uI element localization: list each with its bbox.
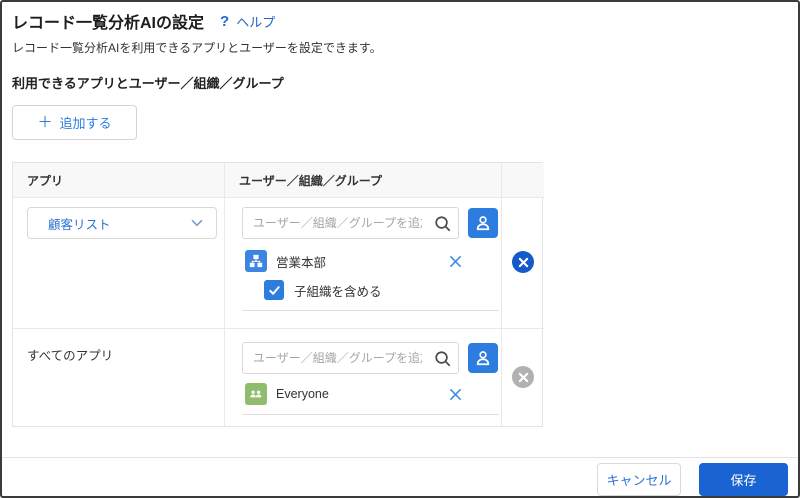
entry-divider <box>242 310 499 311</box>
entity-name: Everyone <box>276 387 329 401</box>
section-title: 利用できるアプリとユーザー／組織／グループ <box>12 76 284 91</box>
include-suborg-checkbox[interactable] <box>264 280 284 300</box>
user-search-input[interactable] <box>243 351 426 365</box>
column-header-actions <box>502 163 544 198</box>
organization-icon <box>245 250 267 272</box>
user-search-input[interactable] <box>243 216 426 230</box>
table-row-2-app-cell: すべてのアプリ <box>13 329 225 426</box>
page-description: レコード一覧分析AIを利用できるアプリとユーザーを設定できます。 <box>12 41 382 55</box>
user-search-box <box>242 342 459 374</box>
selected-entity-row: Everyone <box>242 383 499 405</box>
selected-entity-block: 営業本部 子組織を含める <box>242 250 499 311</box>
app-select-value: 顧客リスト <box>48 217 111 232</box>
record-list-ai-settings-page: レコード一覧分析AIの設定 ? ヘルプ レコード一覧分析AIを利用できるアプリと… <box>0 0 800 498</box>
footer-divider <box>2 457 798 458</box>
table-row-2-users-cell: Everyone <box>225 329 502 426</box>
all-apps-label: すべてのアプリ <box>27 349 114 363</box>
help-link[interactable]: ヘルプ <box>236 12 275 31</box>
page-header: レコード一覧分析AIの設定 ? ヘルプ <box>12 9 275 33</box>
person-icon <box>476 216 490 231</box>
selected-entity-row: 営業本部 <box>242 250 499 272</box>
user-picker-button[interactable] <box>468 343 498 373</box>
user-search-box <box>242 207 459 239</box>
table-row-1-actions-cell <box>502 198 544 329</box>
include-suborg-option: 子組織を含める <box>264 280 499 300</box>
table-row-1-users-cell: 営業本部 子組織を含める <box>225 198 502 329</box>
user-picker-button[interactable] <box>468 208 498 238</box>
entry-divider <box>242 414 499 415</box>
permissions-table: アプリ ユーザー／組織／グループ 顧客リスト ユーザー／組織／グループを追加 営… <box>12 162 544 427</box>
person-icon <box>476 351 490 366</box>
include-suborg-label: 子組織を含める <box>294 284 382 299</box>
save-button[interactable]: 保存 <box>699 463 788 496</box>
page-title: レコード一覧分析AIの設定 <box>12 15 205 32</box>
search-icon[interactable] <box>426 208 458 238</box>
add-button[interactable]: ＋ 追加する <box>12 105 137 140</box>
help-question-icon[interactable]: ? <box>220 13 229 30</box>
chevron-down-icon <box>191 214 203 232</box>
cancel-button[interactable]: キャンセル <box>597 463 681 496</box>
remove-entity-icon[interactable] <box>447 386 463 402</box>
remove-entity-icon[interactable] <box>447 253 463 269</box>
delete-row-button[interactable] <box>512 251 534 273</box>
delete-row-button[interactable] <box>512 366 534 388</box>
entity-name: 営業本部 <box>276 255 327 270</box>
selected-entity-block: Everyone <box>242 383 499 415</box>
column-header-users: ユーザー／組織／グループ <box>225 163 502 198</box>
add-button-label: 追加する <box>59 116 112 131</box>
app-select-dropdown[interactable]: 顧客リスト <box>27 207 217 239</box>
plus-icon: ＋ <box>37 114 53 131</box>
table-row-1-app-cell: 顧客リスト <box>13 198 225 329</box>
close-icon <box>518 372 528 382</box>
column-header-app: アプリ <box>13 163 225 198</box>
check-icon <box>268 285 280 295</box>
table-row-2-actions-cell <box>502 329 544 426</box>
close-icon <box>518 257 528 267</box>
everyone-icon <box>245 383 267 405</box>
search-icon[interactable] <box>426 343 458 373</box>
